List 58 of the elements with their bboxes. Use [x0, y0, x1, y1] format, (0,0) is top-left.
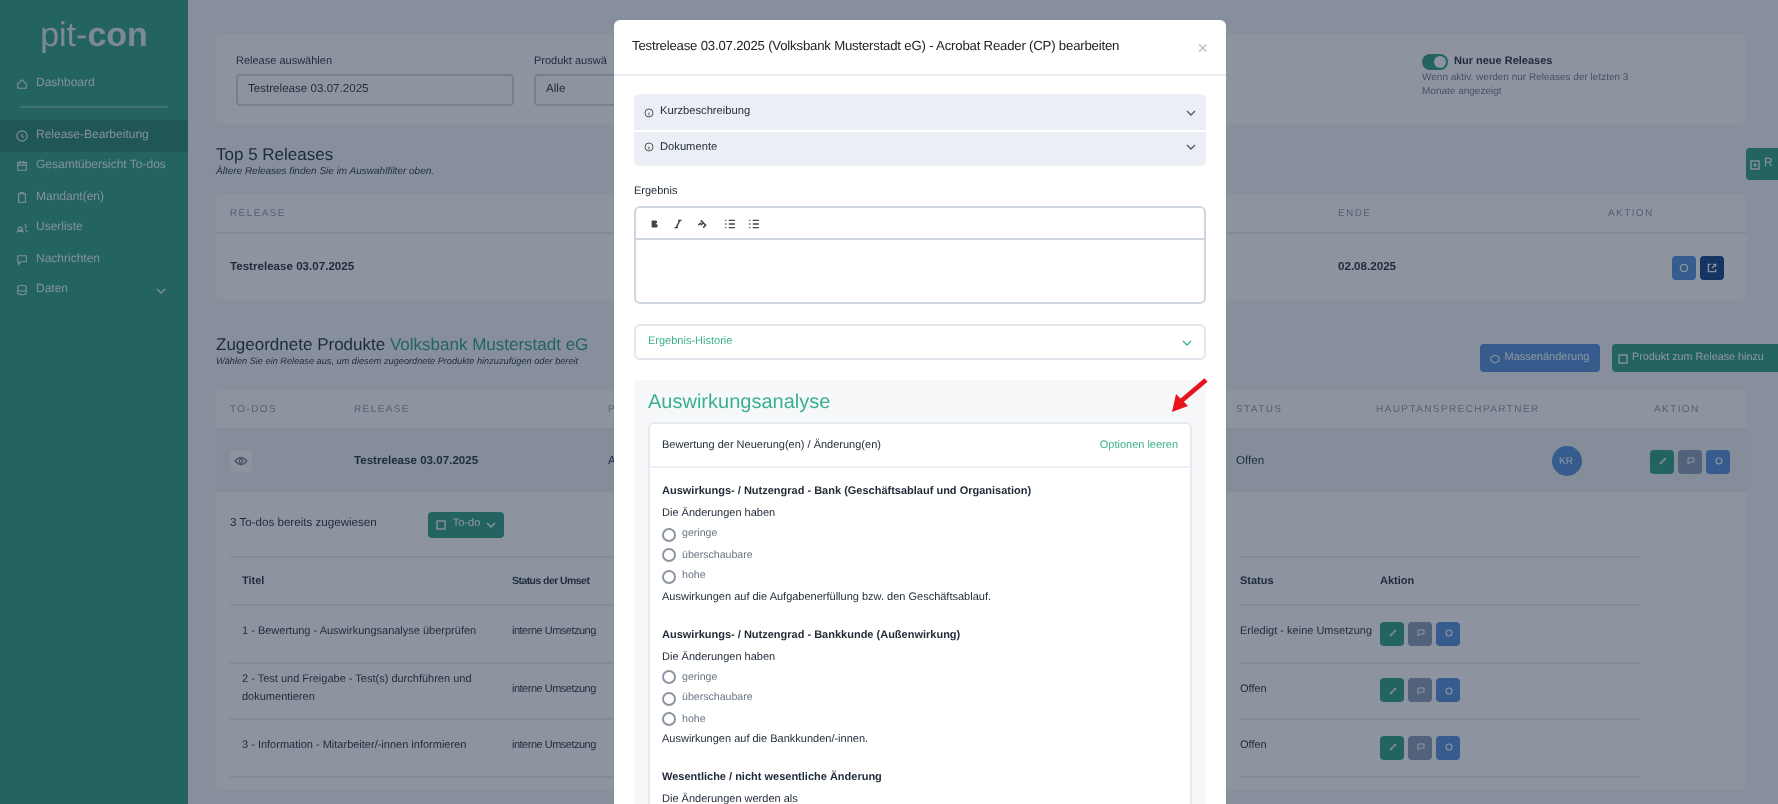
view-button[interactable]	[230, 450, 252, 472]
comment-icon	[1415, 628, 1425, 639]
pencil-icon	[1387, 685, 1397, 696]
edit-button[interactable]	[1380, 735, 1404, 760]
logo: pit-con	[38, 16, 150, 58]
radio-button[interactable]	[662, 691, 676, 706]
chevron-down-icon	[156, 287, 166, 294]
external-link-icon	[1706, 261, 1718, 273]
comment-button[interactable]	[1408, 678, 1432, 703]
pencil-icon	[1657, 456, 1667, 466]
toggle-switch[interactable]	[1422, 54, 1448, 70]
menu-item-icon	[16, 191, 28, 204]
comment-button[interactable]	[1678, 449, 1702, 473]
pencil-icon	[1387, 742, 1397, 753]
numbered-list-icon[interactable]	[748, 217, 760, 229]
info-icon	[644, 107, 654, 118]
radio-button[interactable]	[662, 548, 676, 563]
comment-icon	[1415, 685, 1425, 696]
settings-button[interactable]	[1672, 255, 1696, 279]
annotation-arrow	[1168, 378, 1208, 418]
chevron-down-icon	[1182, 339, 1192, 345]
panel-title: Auswirkungsanalyse	[648, 392, 833, 418]
radio-button[interactable]	[662, 569, 676, 584]
edit-button[interactable]	[1380, 678, 1404, 703]
bold-icon[interactable]	[648, 217, 660, 229]
menu-item-icon	[16, 77, 28, 90]
radio-button[interactable]	[662, 527, 676, 542]
radio-button[interactable]	[662, 712, 676, 727]
chevron-down-icon	[1186, 109, 1196, 116]
section-title: Top 5 Releases	[216, 144, 336, 164]
pencil-icon	[1387, 628, 1397, 639]
menu-item-icon	[16, 130, 28, 143]
radio-button[interactable]	[662, 670, 676, 685]
settings-button[interactable]	[1436, 735, 1460, 760]
edit-button[interactable]	[1650, 449, 1674, 473]
edit-button[interactable]	[1380, 621, 1404, 646]
close-button[interactable]: ×	[1197, 37, 1208, 57]
open-button[interactable]	[1700, 255, 1724, 279]
section-title: Zugeordnete Produkte Volksbank Musterstadt eG	[216, 334, 591, 354]
settings-button[interactable]	[1706, 449, 1730, 473]
comment-icon	[1685, 456, 1695, 466]
menu-item-icon	[16, 284, 28, 297]
info-icon	[644, 142, 654, 153]
chevron-down-icon	[1186, 144, 1196, 151]
settings-button[interactable]	[1436, 621, 1460, 646]
menu-item-icon	[16, 222, 28, 235]
menu-item-icon	[16, 253, 28, 266]
box-icon	[1490, 353, 1501, 363]
caret-icon	[486, 521, 497, 527]
link-icon[interactable]	[696, 217, 708, 229]
comment-button[interactable]	[1408, 735, 1432, 760]
italic-icon[interactable]	[672, 217, 684, 229]
eye-icon	[234, 456, 248, 466]
settings-button[interactable]	[1436, 678, 1460, 703]
menu-item-icon	[16, 160, 28, 173]
bullet-list-icon[interactable]	[724, 217, 736, 229]
comment-button[interactable]	[1408, 621, 1432, 646]
comment-icon	[1415, 742, 1425, 753]
